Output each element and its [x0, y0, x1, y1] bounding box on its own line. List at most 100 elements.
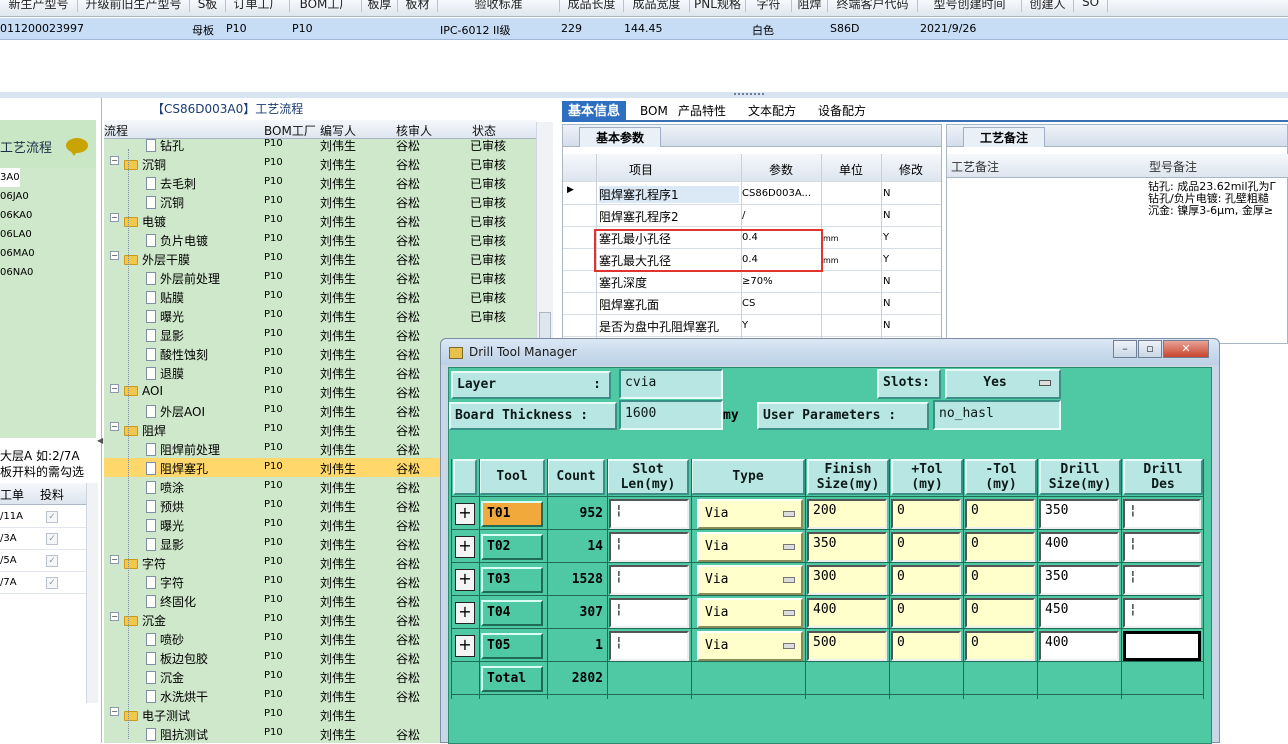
param-value[interactable]: /	[742, 210, 820, 221]
type-select[interactable]: Via	[697, 598, 803, 628]
finish-size-input[interactable]: 400	[807, 598, 887, 628]
col-header[interactable]: 验收标准	[438, 0, 560, 12]
dialog-titlebar[interactable]: Drill Tool Manager – ▫ ✕	[441, 339, 1219, 365]
code-item[interactable]: 06LA0	[0, 225, 96, 244]
col-header[interactable]: 项目	[629, 161, 653, 178]
add-tool-icon[interactable]: +	[455, 536, 475, 558]
scroll-thumb[interactable]	[539, 312, 551, 340]
param-value[interactable]: CS86D003A...	[742, 188, 820, 199]
plus-tol-input[interactable]: 0	[891, 598, 961, 628]
collapse-toggle-icon[interactable]: −	[110, 251, 119, 260]
process-tree-row[interactable]: − 沉铜 P10 刘伟生 谷松 已审核	[104, 154, 536, 173]
param-row[interactable]: 是否为盘中孔阻焊塞孔 Y N	[563, 315, 941, 337]
col-header[interactable]: 成品长度	[560, 0, 624, 12]
drill-size-input[interactable]: 400	[1039, 631, 1119, 661]
collapse-arrow-icon[interactable]: ◀	[97, 436, 103, 445]
col-header[interactable]: S板	[190, 0, 226, 12]
workorder-row[interactable]: /7A ✓	[0, 572, 86, 594]
model-notes-text[interactable]: 钻孔: 成品23.62mil孔为Γ 钻孔/负片电镀: 孔壁粗糙 沉金: 镍厚3-…	[1148, 181, 1288, 217]
workorder-scrollbar[interactable]	[86, 483, 98, 703]
drill-des-input[interactable]: ¦	[1123, 499, 1201, 529]
add-tool-icon[interactable]: +	[455, 569, 475, 591]
code-item[interactable]: 06JA0	[0, 187, 96, 206]
process-tree-row[interactable]: 负片电镀 P10 刘伟生 谷松 已审核	[104, 230, 536, 249]
top-grid-row[interactable]: 011200023997 母板 P10 P10 IPC-6012 II级 229…	[0, 18, 1288, 40]
type-select[interactable]: Via	[697, 499, 803, 529]
col-header[interactable]: 订单工厂	[226, 0, 290, 12]
thickness-field[interactable]: 1600	[619, 400, 723, 430]
minus-tol-input[interactable]: 0	[965, 565, 1035, 595]
process-tree-row[interactable]: 去毛刺 P10 刘伟生 谷松 已审核	[104, 173, 536, 192]
layer-field[interactable]: cvia	[619, 369, 723, 399]
add-tool-icon[interactable]: +	[455, 503, 475, 525]
comment-bubble-icon[interactable]	[66, 138, 88, 156]
col-header[interactable]: BOM工厂	[290, 0, 362, 12]
user-params-field[interactable]: no_hasl	[933, 400, 1061, 430]
tool-button[interactable]: T03	[481, 567, 543, 593]
col-header[interactable]: 成品宽度	[624, 0, 690, 12]
minimize-button[interactable]: –	[1113, 340, 1137, 358]
checkbox[interactable]: ✓	[46, 577, 58, 589]
param-value[interactable]: Y	[742, 320, 820, 331]
slot-len-input[interactable]: ¦	[609, 631, 689, 661]
type-select[interactable]: Via	[697, 565, 803, 595]
plus-tol-input[interactable]: 0	[891, 631, 961, 661]
tab-bom[interactable]: BOM	[634, 101, 674, 122]
plus-tol-input[interactable]: 0	[891, 532, 961, 562]
type-select[interactable]: Via	[697, 532, 803, 562]
col-header[interactable]: 参数	[769, 161, 793, 178]
workorder-row[interactable]: /11A ✓	[0, 506, 86, 528]
col-header[interactable]: 状态	[472, 122, 496, 139]
param-value[interactable]: ≥70%	[742, 276, 820, 287]
maximize-button[interactable]: ▫	[1138, 340, 1162, 358]
col-header[interactable]: 板厚	[362, 0, 398, 12]
slot-len-input[interactable]: ¦	[609, 499, 689, 529]
code-item[interactable]: 3A0	[0, 168, 20, 187]
process-tree-row[interactable]: 外层前处理 P10 刘伟生 谷松 已审核	[104, 268, 536, 287]
col-header[interactable]: 编写人	[320, 122, 356, 139]
minus-tol-input[interactable]: 0	[965, 499, 1035, 529]
drill-des-input[interactable]: ¦	[1123, 532, 1201, 562]
splitter-grip-icon[interactable]	[734, 93, 764, 96]
add-tool-icon[interactable]: +	[455, 635, 475, 657]
col-header[interactable]: 单位	[839, 161, 863, 178]
collapse-toggle-icon[interactable]: −	[110, 156, 119, 165]
col-header[interactable]: 型号备注	[1149, 158, 1197, 175]
drill-size-input[interactable]: 400	[1039, 532, 1119, 562]
process-tree-row[interactable]: 钻孔 P10 刘伟生 谷松 已审核	[104, 139, 536, 154]
minus-tol-input[interactable]: 0	[965, 532, 1035, 562]
col-header[interactable]: PNL规格	[690, 0, 746, 12]
tool-button[interactable]: T04	[481, 600, 543, 626]
finish-size-input[interactable]: 200	[807, 499, 887, 529]
col-header[interactable]: SO	[1074, 0, 1108, 12]
minus-tol-input[interactable]: 0	[965, 598, 1035, 628]
tool-button[interactable]: T02	[481, 534, 543, 560]
col-header[interactable]: BOM工厂	[264, 122, 316, 139]
finish-size-input[interactable]: 500	[807, 631, 887, 661]
col-header[interactable]: 阻焊	[792, 0, 828, 12]
code-item[interactable]: 06NA0	[0, 263, 96, 282]
collapse-toggle-icon[interactable]: −	[110, 612, 119, 621]
param-value[interactable]: CS	[742, 298, 820, 309]
col-header[interactable]: 终端客户代码	[828, 0, 918, 12]
collapse-toggle-icon[interactable]: −	[110, 213, 119, 222]
param-row[interactable]: 塞孔深度 ≥70% N	[563, 271, 941, 293]
slot-len-input[interactable]: ¦	[609, 532, 689, 562]
drill-size-input[interactable]: 450	[1039, 598, 1119, 628]
col-header[interactable]: 工艺备注	[951, 158, 999, 175]
slot-len-input[interactable]: ¦	[609, 565, 689, 595]
process-tree-scrollbar[interactable]	[536, 122, 553, 342]
collapse-toggle-icon[interactable]: −	[110, 422, 119, 431]
process-tree-row[interactable]: − 外层干膜 P10 刘伟生 谷松 已审核	[104, 249, 536, 268]
tool-button[interactable]: T05	[481, 633, 543, 659]
plus-tol-input[interactable]: 0	[891, 565, 961, 595]
tool-button[interactable]: T01	[481, 501, 543, 527]
process-tree-row[interactable]: 曝光 P10 刘伟生 谷松 已审核	[104, 306, 536, 325]
process-tree-row[interactable]: 贴膜 P10 刘伟生 谷松 已审核	[104, 287, 536, 306]
finish-size-input[interactable]: 350	[807, 532, 887, 562]
col-header[interactable]: 核审人	[396, 122, 432, 139]
add-tool-icon[interactable]: +	[455, 602, 475, 624]
col-header[interactable]: 创建人	[1022, 0, 1074, 12]
col-header[interactable]: 工单	[0, 486, 24, 503]
collapse-toggle-icon[interactable]: −	[110, 384, 119, 393]
